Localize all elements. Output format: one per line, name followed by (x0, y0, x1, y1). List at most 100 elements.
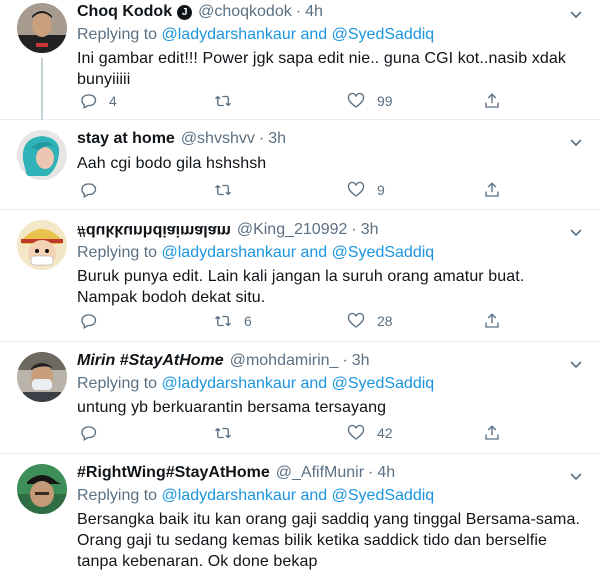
mention-link[interactable]: @ladydarshankaur (162, 244, 297, 261)
username[interactable]: @shvshvv (181, 129, 255, 149)
tweet-4[interactable]: Mirin #StayAtHome @mohdamirin_ · 3h Repl… (0, 342, 600, 454)
tweet-text: Aah cgi bodo gila hshshsh (77, 153, 580, 174)
tweet-text-line: Bersangka baik itu kan orang gaji saddiq… (77, 511, 580, 528)
reply-and: and (296, 375, 332, 392)
retweet-button[interactable] (214, 179, 244, 201)
mention-link[interactable]: @ladydarshankaur (162, 26, 297, 43)
like-button[interactable]: 9 (347, 179, 385, 201)
share-button[interactable] (483, 310, 501, 332)
like-icon (347, 424, 365, 440)
like-count: 42 (377, 425, 393, 441)
tweet-text-line: Buruk punya edit. Lain kali jangan la su… (77, 268, 525, 285)
retweet-button[interactable]: 6 (214, 310, 252, 332)
username[interactable]: @choqkodok (198, 2, 292, 22)
like-icon (347, 181, 365, 197)
like-button[interactable]: 28 (347, 310, 393, 332)
share-icon (485, 425, 499, 440)
like-icon (347, 92, 365, 108)
avatar[interactable] (17, 464, 67, 514)
avatar[interactable] (17, 352, 67, 402)
tweet-text: Bersangka baik itu kan orang gaji saddiq… (77, 509, 580, 572)
retweet-count: 6 (244, 313, 252, 329)
mention-link[interactable]: @SyedSaddiq (332, 487, 435, 504)
separator: · (295, 3, 302, 20)
tweet-content: #dukkunhdiaimalam @King_210992 · 3h Repl… (77, 220, 580, 308)
like-button[interactable]: 99 (347, 90, 393, 112)
separator: · (258, 130, 265, 147)
share-button[interactable] (483, 179, 501, 201)
display-name[interactable]: #dukkunhdiaimalam (77, 220, 231, 240)
tweet-content: Mirin #StayAtHome @mohdamirin_ · 3h Repl… (77, 351, 580, 418)
reply-context: Replying to @ladydarshankaur and @SyedSa… (77, 243, 580, 263)
tweet-text: untung yb berkuarantin bersama tersayang (77, 397, 580, 418)
reply-prefix: Replying to (77, 375, 162, 392)
avatar[interactable] (17, 130, 67, 180)
share-button[interactable] (483, 90, 501, 112)
reply-button[interactable] (79, 310, 109, 332)
tweet-text-line: Ini gambar edit!!! Power jgk sapa edit n… (77, 50, 566, 67)
timestamp[interactable]: 3h (352, 351, 370, 371)
tweet-content: stay at home @shvshvv · 3h Aah cgi bodo … (77, 129, 580, 174)
retweet-button[interactable] (214, 422, 244, 444)
avatar[interactable] (17, 3, 67, 53)
tweet-text-line: untung yb berkuarantin bersama tersayang (77, 399, 387, 416)
like-count: 99 (377, 93, 393, 109)
reply-button[interactable]: 4 (79, 90, 117, 112)
tweet-5[interactable]: #RightWing#StayAtHome @_AfifMunir · 4h R… (0, 454, 600, 570)
tweet-1[interactable]: Choq Kodok J @choqkodok · 4h Replying to… (0, 0, 600, 120)
chevron-down-icon[interactable] (568, 224, 584, 240)
display-name[interactable]: Mirin #StayAtHome (77, 351, 224, 371)
mention-link[interactable]: @SyedSaddiq (332, 26, 435, 43)
chevron-down-icon[interactable] (568, 468, 584, 484)
retweet-icon (215, 427, 231, 439)
reply-button[interactable] (79, 179, 109, 201)
share-icon (485, 313, 499, 328)
chevron-down-icon[interactable] (568, 6, 584, 22)
timestamp[interactable]: 4h (377, 463, 395, 483)
retweet-icon (215, 184, 231, 196)
username[interactable]: @mohdamirin_ (230, 351, 339, 371)
like-count: 9 (377, 182, 385, 198)
tweet-text-line: Aah cgi bodo gila hshshsh (77, 155, 267, 172)
reply-button[interactable] (79, 422, 109, 444)
tweet-text-line: bunyiiiii (77, 71, 131, 88)
username[interactable]: @_AfifMunir (276, 463, 364, 483)
mention-link[interactable]: @SyedSaddiq (332, 244, 435, 261)
display-name[interactable]: stay at home (77, 129, 175, 149)
chevron-down-icon[interactable] (568, 134, 584, 150)
tweet-2[interactable]: stay at home @shvshvv · 3h Aah cgi bodo … (0, 120, 600, 210)
retweet-icon (215, 95, 231, 107)
username[interactable]: @King_210992 (237, 220, 348, 240)
separator: · (351, 221, 357, 238)
reply-prefix: Replying to (77, 244, 162, 261)
verified-icon: J (177, 4, 193, 20)
tweet-3[interactable]: #dukkunhdiaimalam @King_210992 · 3h Repl… (0, 210, 600, 342)
reply-count: 4 (109, 93, 117, 109)
mention-link[interactable]: @SyedSaddiq (332, 375, 435, 392)
tweet-actions: 9 (77, 179, 517, 201)
tweet-header: Choq Kodok J @choqkodok · 4h (77, 2, 580, 22)
reply-and: and (296, 487, 332, 504)
mention-link[interactable]: @ladydarshankaur (162, 375, 297, 392)
share-button[interactable] (483, 422, 501, 444)
timestamp[interactable]: 3h (361, 220, 379, 240)
tweet-actions: 4 99 (77, 90, 517, 112)
timestamp[interactable]: 3h (268, 129, 286, 149)
thread-line (41, 58, 43, 120)
reply-context: Replying to @ladydarshankaur and @SyedSa… (77, 25, 580, 45)
mention-link[interactable]: @ladydarshankaur (162, 487, 297, 504)
retweet-icon (215, 315, 231, 327)
tweet-text-line: Orang gaji tu sedang kemas bilik ketika … (77, 532, 547, 549)
tweet-content: Choq Kodok J @choqkodok · 4h Replying to… (77, 2, 580, 90)
chevron-down-icon[interactable] (568, 356, 584, 372)
display-name[interactable]: #RightWing#StayAtHome (77, 463, 270, 483)
retweet-button[interactable] (214, 90, 244, 112)
tweet-text-line: Nampak bodoh dekat situ. (77, 289, 266, 306)
reply-icon (81, 94, 97, 109)
timestamp[interactable]: 4h (305, 2, 323, 22)
like-button[interactable]: 42 (347, 422, 393, 444)
display-name[interactable]: Choq Kodok (77, 2, 172, 22)
reply-and: and (296, 244, 332, 261)
reply-prefix: Replying to (77, 26, 162, 43)
avatar[interactable] (17, 220, 67, 270)
